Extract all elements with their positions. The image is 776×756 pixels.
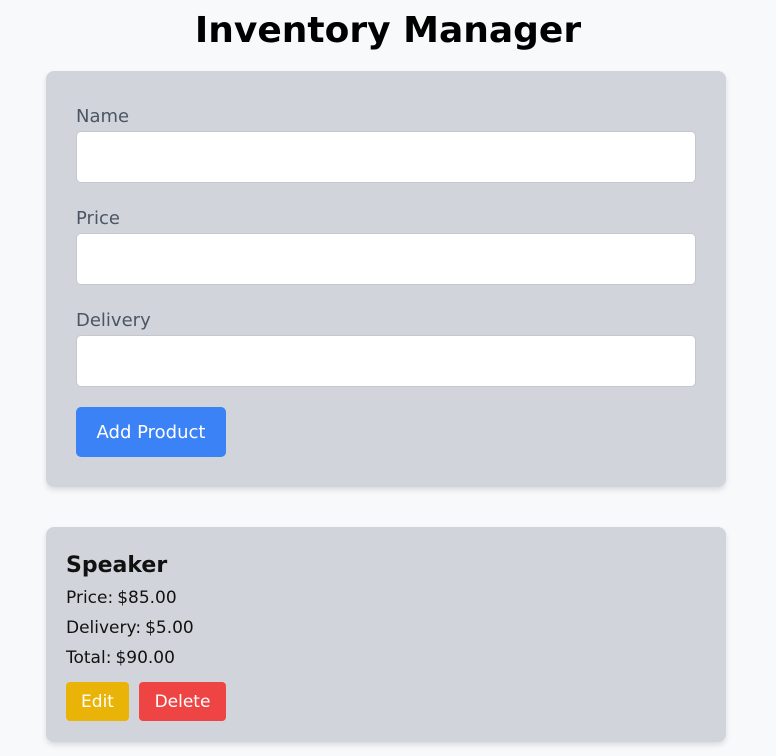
price-value: $85.00 <box>117 588 177 608</box>
price-label-text: Price: <box>66 588 114 608</box>
product-price: Price: $85.00 <box>66 587 177 609</box>
name-label: Name <box>76 106 130 127</box>
add-product-button[interactable]: Add Product <box>76 407 226 457</box>
name-input[interactable] <box>76 131 696 183</box>
delivery-label: Delivery <box>76 310 151 331</box>
product-delivery: Delivery: $5.00 <box>66 617 194 639</box>
product-name: Speaker <box>66 553 168 578</box>
delivery-value: $5.00 <box>145 618 194 638</box>
page-title: Inventory Manager <box>194 10 582 51</box>
delivery-label-text: Delivery: <box>66 618 142 638</box>
delete-button[interactable]: Delete <box>139 682 226 721</box>
total-label-text: Total: <box>66 648 112 668</box>
add-product-form: Name Price Delivery Add Product <box>46 71 726 487</box>
delivery-input[interactable] <box>76 335 696 387</box>
product-card: Speaker Price: $85.00 Delivery: $5.00 Tota… <box>46 527 726 742</box>
edit-button[interactable]: Edit <box>66 682 129 721</box>
price-label: Price <box>76 208 120 229</box>
price-input[interactable] <box>76 233 696 285</box>
product-total: Total: $90.00 <box>66 647 175 669</box>
total-value: $90.00 <box>115 648 175 668</box>
